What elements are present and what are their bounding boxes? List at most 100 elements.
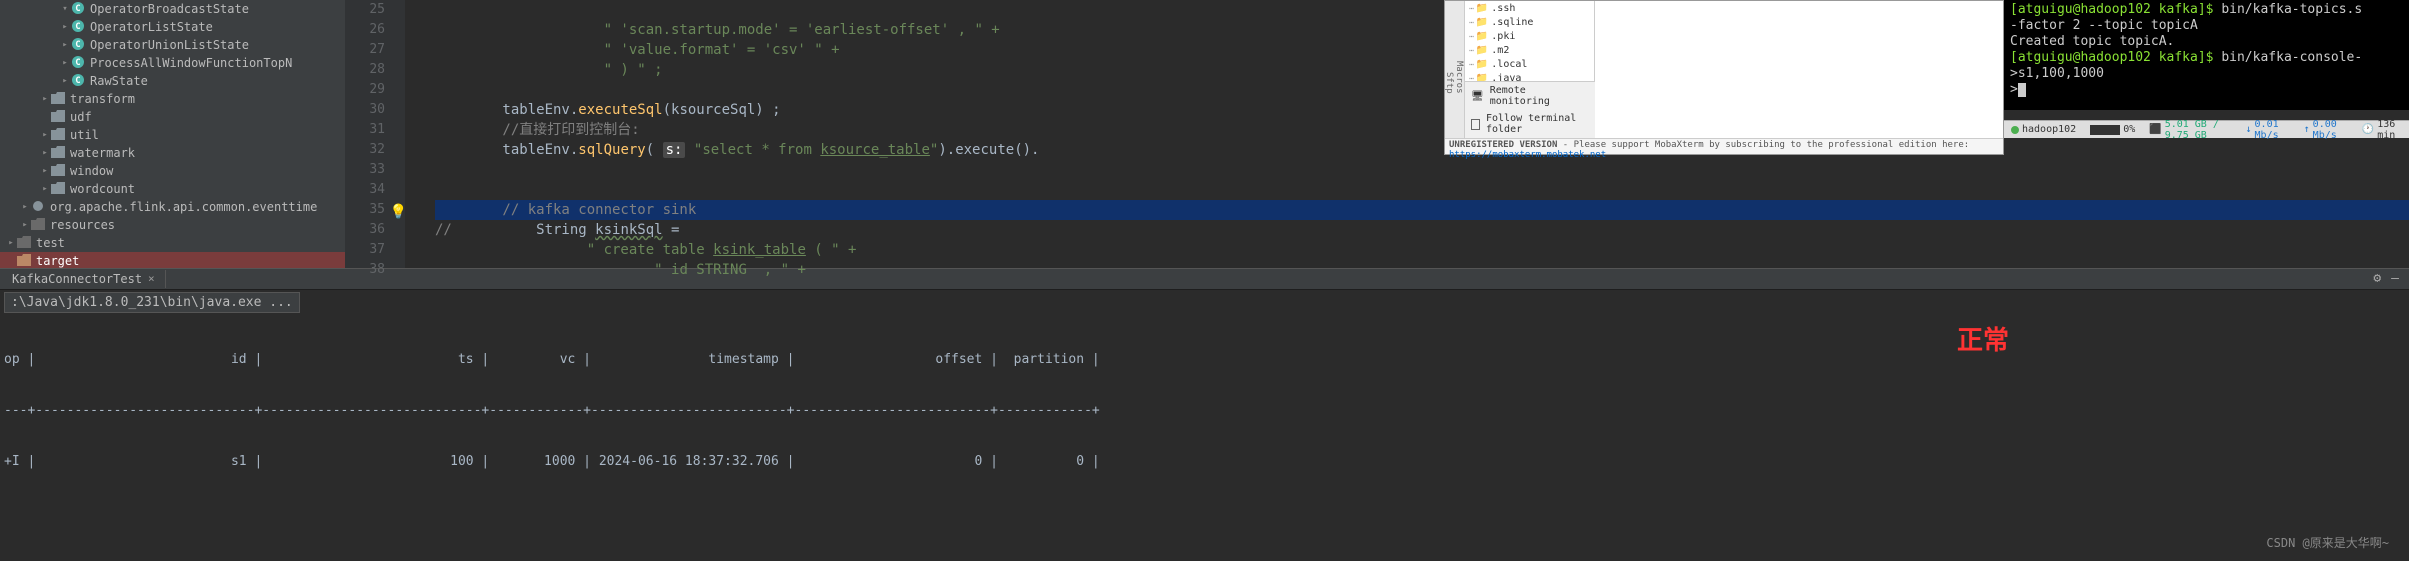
remote-monitoring-button[interactable]: 🖥 Remote monitoring [1465, 82, 1595, 110]
ssh-terminal[interactable]: [atguigu@hadoop102 kafka]$ bin/kafka-top… [2004, 0, 2409, 110]
status-cpu: 0% [2123, 124, 2135, 135]
follow-label: Follow terminal folder [1486, 113, 1589, 135]
terminal-line: > [2010, 82, 2403, 98]
class-icon: C [70, 1, 86, 18]
svg-text:C: C [75, 58, 80, 68]
target-icon [16, 254, 32, 268]
gutter-line-38[interactable]: 38 [345, 260, 385, 280]
status-host: hadoop102 [2022, 124, 2076, 135]
code-line-32[interactable]: tableEnv.sqlQuery( s: "select * from kso… [435, 140, 2409, 160]
tree-item-transform[interactable]: ▸transform [0, 90, 345, 108]
moba-folder-pki[interactable]: ⋯📁.pki [1465, 29, 1594, 43]
tree-item-operatorliststate[interactable]: ▸COperatorListState [0, 18, 345, 36]
chevron-icon[interactable]: ▸ [40, 184, 50, 194]
tree-item-rawstate[interactable]: ▸CRawState [0, 72, 345, 90]
console-command: :\Java\jdk1.8.0_231\bin\java.exe ... [4, 292, 300, 313]
folder-icon [50, 146, 66, 161]
status-mem: 5.01 GB / 9.75 GB [2165, 119, 2232, 141]
svg-text:C: C [75, 4, 80, 14]
svg-text:C: C [75, 22, 80, 32]
tree-item-resources[interactable]: ▸resources [0, 216, 345, 234]
tree-item-target[interactable]: target [0, 252, 345, 268]
gutter-line-31[interactable]: 31 [345, 120, 385, 140]
moba-tab-macros[interactable]: Macros [1454, 3, 1464, 152]
monitor-icon: 🖥 [1471, 91, 1484, 102]
gutter-line-35[interactable]: 35💡 [345, 200, 385, 220]
gutter-line-25[interactable]: 25 [345, 0, 385, 20]
terminal-line: >s1,100,1000 [2010, 66, 2403, 82]
console-output: op | id | ts | vc | timestamp | offset |… [4, 317, 2405, 504]
terminal-line: [atguigu@hadoop102 kafka]$ bin/kafka-top… [2010, 2, 2403, 18]
class-icon: C [70, 37, 86, 54]
tree-item-test[interactable]: ▸test [0, 234, 345, 252]
folder-icon [50, 92, 66, 107]
tree-item-watermark[interactable]: ▸watermark [0, 144, 345, 162]
gutter-line-29[interactable]: 29 [345, 80, 385, 100]
moba-folder-ssh[interactable]: ⋯📁.ssh [1465, 1, 1594, 15]
chevron-icon[interactable]: ▸ [40, 166, 50, 176]
run-console[interactable]: :\Java\jdk1.8.0_231\bin\java.exe ... op … [0, 290, 2409, 561]
status-netup: 0.00 Mb/s [2313, 119, 2348, 141]
follow-checkbox[interactable] [1471, 119, 1480, 130]
moba-link[interactable]: https://mobaxterm.mobatek.net [1449, 150, 1606, 160]
moba-folder-m2[interactable]: ⋯📁.m2 [1465, 43, 1594, 57]
svg-text:C: C [75, 40, 80, 50]
tree-item-processallwindowfunctiontopn[interactable]: ▸CProcessAllWindowFunctionTopN [0, 54, 345, 72]
chevron-icon[interactable]: ▾ [60, 4, 70, 14]
package-icon [30, 200, 46, 215]
gutter-line-26[interactable]: 26 [345, 20, 385, 40]
gutter-line-36[interactable]: 36 [345, 220, 385, 240]
chevron-icon[interactable]: ▸ [40, 148, 50, 158]
chevron-icon[interactable]: ▸ [60, 58, 70, 68]
code-line-38[interactable]: " id STRING , " + [435, 260, 2409, 280]
class-icon: C [70, 73, 86, 90]
code-line-34[interactable] [435, 180, 2409, 200]
svg-text:C: C [75, 76, 80, 86]
folder-dark-icon [30, 218, 46, 233]
status-time: 136 min [2377, 119, 2402, 141]
chevron-icon[interactable]: ▸ [20, 220, 30, 230]
chevron-icon[interactable]: ▸ [60, 22, 70, 32]
run-tab-kafkaconnector[interactable]: KafkaConnectorTest × [2, 270, 166, 288]
close-icon[interactable]: × [148, 272, 155, 285]
tree-item-util[interactable]: ▸util [0, 126, 345, 144]
chevron-icon[interactable]: ▸ [6, 238, 16, 248]
code-line-37[interactable]: " create table ksink_table ( " + [435, 240, 2409, 260]
moba-sidebar[interactable]: Macros Sftp [1445, 1, 1465, 154]
terminal-line: [atguigu@hadoop102 kafka]$ bin/kafka-con… [2010, 50, 2403, 66]
moba-folder-local[interactable]: ⋯📁.local [1465, 57, 1594, 71]
tree-item-operatorunionliststate[interactable]: ▸COperatorUnionListState [0, 36, 345, 54]
tree-item-window[interactable]: ▸window [0, 162, 345, 180]
moba-status-bar: UNREGISTERED VERSION - Please support Mo… [1445, 138, 2003, 154]
code-editor[interactable]: 2526272829303132333435💡363738 " 'scan.st… [345, 0, 2409, 268]
gutter-line-32[interactable]: 32 [345, 140, 385, 160]
tree-item-udf[interactable]: udf [0, 108, 345, 126]
code-line-33[interactable] [435, 160, 2409, 180]
moba-folder-sqline[interactable]: ⋯📁.sqline [1465, 15, 1594, 29]
folder-icon: 📁 [1476, 59, 1488, 70]
gutter-line-27[interactable]: 27 [345, 40, 385, 60]
gutter-line-37[interactable]: 37 [345, 240, 385, 260]
gutter-line-30[interactable]: 30 [345, 100, 385, 120]
gutter-line-34[interactable]: 34 [345, 180, 385, 200]
chevron-icon[interactable]: ▸ [40, 94, 50, 104]
chevron-icon[interactable]: ▸ [60, 76, 70, 86]
editor-gutter: 2526272829303132333435💡363738 [345, 0, 405, 268]
code-line-36[interactable]: // String ksinkSql = [435, 220, 2409, 240]
folder-icon: 📁 [1476, 3, 1488, 14]
folder-icon [50, 110, 66, 125]
project-tree[interactable]: ▾COperatorBroadcastState▸COperatorListSt… [0, 0, 345, 268]
chevron-icon[interactable]: ▸ [60, 40, 70, 50]
chevron-icon[interactable]: ▸ [20, 202, 30, 212]
chevron-icon[interactable]: ▸ [40, 130, 50, 140]
gutter-line-33[interactable]: 33 [345, 160, 385, 180]
status-netdown: 0.01 Mb/s [2255, 119, 2290, 141]
moba-tab-sftp[interactable]: Sftp [1444, 13, 1454, 152]
code-line-35[interactable]: // kafka connector sink [435, 200, 2409, 220]
tree-item-org-apache-flink-api-common-eventtime[interactable]: ▸org.apache.flink.api.common.eventtime [0, 198, 345, 216]
terminal-line: -factor 2 --topic topicA [2010, 18, 2403, 34]
tree-item-wordcount[interactable]: ▸wordcount [0, 180, 345, 198]
terminal-status-bar: hadoop102 0% ⬛ 5.01 GB / 9.75 GB ↓ 0.01 … [2004, 120, 2409, 138]
gutter-line-28[interactable]: 28 [345, 60, 385, 80]
tree-item-operatorbroadcaststate[interactable]: ▾COperatorBroadcastState [0, 0, 345, 18]
